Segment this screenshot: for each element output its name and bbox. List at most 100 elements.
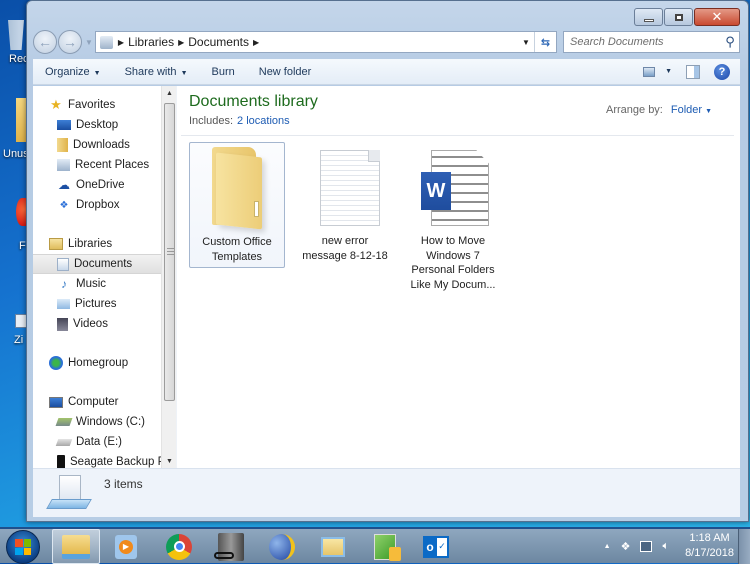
address-bar[interactable]: ▶ Libraries ▶ Documents ▶ ▼ ⇆ [94,31,557,53]
change-view-button[interactable]: ▼ [643,66,672,77]
refresh-button[interactable]: ⇆ [534,32,556,52]
caption-buttons: ✕ [634,8,740,26]
scroll-down-icon[interactable]: ▼ [162,454,177,468]
folder-window-icon [321,536,345,557]
recent-places-icon [57,159,70,171]
maximize-button[interactable] [664,8,693,26]
help-icon: ? [718,65,726,78]
nav-item-homegroup[interactable]: Homegroup [33,353,161,373]
forward-button[interactable]: → [58,30,82,54]
taskbar-app-folder[interactable] [309,529,357,564]
search-input[interactable]: Search Documents ⚲ [563,31,740,53]
nav-item-label: Homegroup [68,357,129,369]
locations-link[interactable]: 2 locations [237,115,290,127]
file-view: Documents library Includes: 2 locations A… [176,86,740,468]
nav-item-recent-places[interactable]: Recent Places [33,155,161,175]
nav-item-favorites[interactable]: ★ Favorites [33,95,161,115]
nav-item-videos[interactable]: Videos [33,314,161,334]
breadcrumb-separator-icon[interactable]: ▶ [118,38,124,47]
nav-item-label: Music [76,278,107,290]
new-folder-button[interactable]: New folder [247,66,324,78]
show-hidden-icons-button[interactable]: ▲ [604,543,611,550]
taskbar-app-outlook[interactable]: o ✓ [412,529,460,564]
burn-button[interactable]: Burn [200,66,247,78]
nav-item-label: Dropbox [76,199,120,211]
file-item-text[interactable]: new error message 8-12-18 [297,142,393,266]
nav-item-data-e[interactable]: Data (E:) [33,432,161,452]
share-with-button[interactable]: Share with ▼ [113,66,200,78]
organize-button[interactable]: Organize ▼ [33,66,113,78]
nav-item-downloads[interactable]: Downloads [33,135,161,155]
nav-item-libraries[interactable]: Libraries [33,234,161,254]
taskbar-app-media-player[interactable]: ▶ [102,529,150,564]
nav-item-onedrive[interactable]: ☁ OneDrive [33,175,161,195]
nav-item-music[interactable]: ♪ Music [33,274,161,294]
network-icon[interactable] [640,540,653,552]
file-name: new error message 8-12-18 [302,235,388,262]
file-item-folder[interactable]: Custom Office Templates [189,142,285,268]
start-button[interactable] [6,530,40,564]
minimize-button[interactable] [634,8,663,26]
star-icon: ★ [50,97,62,112]
explorer-window: ✕ ← → ▼ ▶ Libraries ▶ Documents ▶ ▼ ⇆ Se… [26,0,749,522]
nav-item-label: Windows (C:) [76,416,146,428]
search-placeholder: Search Documents [570,36,664,48]
nav-item-desktop[interactable]: Desktop [33,115,161,135]
breadcrumb-libraries[interactable]: Libraries [128,35,174,49]
arrange-by-dropdown[interactable]: Folder [671,104,702,116]
help-button[interactable]: ? [714,63,730,80]
nav-item-dropbox[interactable]: ❖ Dropbox [33,195,161,215]
clock-date: 8/17/2018 [685,547,734,559]
server-tool-icon [214,532,244,561]
dropbox-icon: ❖ [59,199,69,211]
restore-icon [674,13,683,21]
file-name: How to Move Windows 7 Personal Folders L… [410,235,496,291]
show-desktop-button[interactable] [738,529,750,564]
breadcrumb-documents[interactable]: Documents [188,35,249,49]
dropbox-tray-icon[interactable]: ❖ [621,540,631,553]
back-button[interactable]: ← [33,30,57,54]
nav-item-label: Downloads [73,139,130,151]
globe-icon [269,533,295,560]
system-tray: ▲ ❖ 🔈︎ 1:18 AM 8/17/2018 [604,531,734,561]
close-icon: ✕ [711,9,723,24]
downloads-icon [57,138,68,152]
nav-item-windows-c[interactable]: Windows (C:) [33,412,161,432]
search-icon[interactable]: ⚲ [721,34,739,50]
breadcrumb-separator-icon[interactable]: ▶ [253,38,259,47]
preview-pane-button[interactable] [686,64,700,79]
chevron-down-icon: ▼ [665,68,672,75]
recent-pages-dropdown[interactable]: ▼ [85,38,93,47]
word-document-icon: W [413,142,493,234]
taskbar: ▶ o ✓ ▲ ❖ 🔈︎ 1:18 AM 8/17/2018 [0,527,750,564]
music-icon: ♪ [61,277,67,291]
file-name: Custom Office Templates [202,236,272,263]
share-with-label: Share with [124,65,177,78]
divider [181,135,734,136]
nav-item-pictures[interactable]: Pictures [33,294,161,314]
address-dropdown-icon[interactable]: ▼ [518,38,534,47]
nav-item-seagate-backup-p[interactable]: Seagate Backup P [33,452,161,468]
taskbar-app-windows-explorer[interactable] [52,529,100,564]
clock[interactable]: 1:18 AM 8/17/2018 [685,531,734,561]
scrollbar-thumb[interactable]: — — — [164,103,175,401]
volume-icon[interactable]: 🔈︎ [662,540,669,553]
details-pane: 3 items [33,468,740,517]
taskbar-app-server-tool[interactable] [207,529,255,564]
breadcrumb-separator-icon[interactable]: ▶ [178,38,184,47]
nav-item-computer[interactable]: Computer [33,392,161,412]
taskbar-app-spreadsheet[interactable] [361,529,409,564]
back-arrow-icon: ← [38,34,52,50]
command-bar: Organize ▼ Share with ▼ Burn New folder ▼ … [33,59,740,85]
navigation-pane-scrollbar[interactable]: ▲ — — — ▼ [161,86,176,468]
documents-icon [57,257,69,271]
nav-item-label: Recent Places [75,159,150,171]
nav-item-documents[interactable]: Documents [33,254,161,274]
file-item-word[interactable]: W How to Move Windows 7 Personal Folders… [405,142,501,295]
chrome-icon [166,533,192,560]
close-button[interactable]: ✕ [694,8,740,26]
clock-time: 1:18 AM [689,532,730,544]
scroll-up-icon[interactable]: ▲ [162,86,177,100]
taskbar-app-globe-browser[interactable] [258,529,306,564]
taskbar-app-chrome[interactable] [155,529,203,564]
